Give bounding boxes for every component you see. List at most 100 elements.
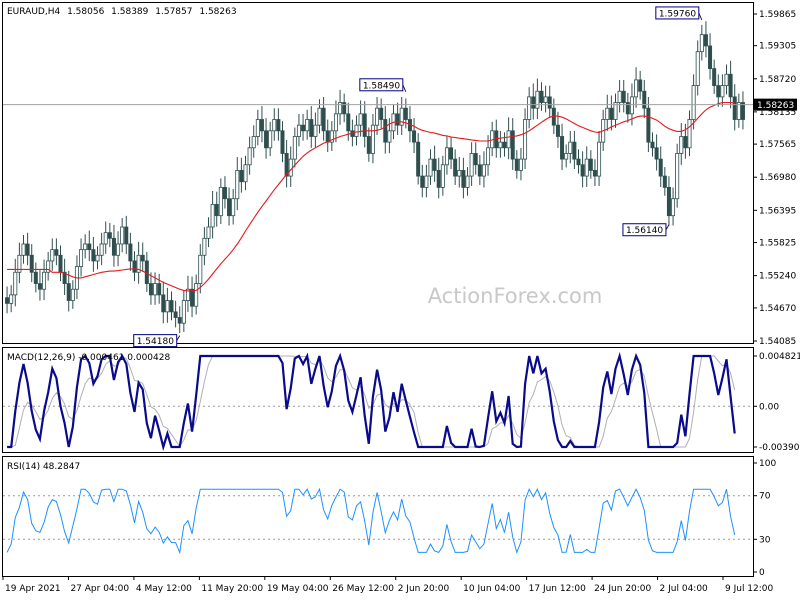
price-tick-label: 1.56980 — [759, 173, 796, 183]
candle-bull — [83, 243, 88, 251]
candle-bull — [354, 124, 359, 137]
candle-bear — [214, 203, 219, 217]
price-tick-label: 1.59305 — [759, 42, 796, 52]
candle-bull — [605, 107, 610, 120]
candle-bear — [412, 130, 417, 143]
rsi-label: RSI(14) 48.2847 — [7, 462, 80, 472]
annotation-label: 1.59760 — [659, 9, 696, 19]
candle-bear — [111, 237, 116, 256]
candle-bear — [654, 147, 659, 160]
candle-bull — [333, 113, 338, 132]
candle-bull — [564, 153, 569, 160]
price-tick-label: 1.54670 — [759, 304, 796, 314]
candle-bear — [259, 119, 264, 132]
candle-bull — [272, 119, 277, 132]
candle-bear — [366, 136, 371, 154]
candle-bear — [264, 130, 269, 149]
candle-bear — [666, 187, 671, 217]
time-tick-label: 11 May 20:00 — [201, 584, 263, 594]
time-tick-label: 9 Jul 12:00 — [725, 584, 774, 594]
candle-bear — [66, 283, 71, 301]
time-tick-label: 2 Jul 04:00 — [660, 584, 709, 594]
time-tick-label: 27 Apr 04:00 — [70, 584, 129, 594]
candle-bull — [116, 243, 121, 256]
candle-bear — [473, 153, 478, 166]
macd-panel-frame — [2, 347, 754, 453]
candle-bull — [268, 130, 273, 149]
annotation-label: 1.58490 — [363, 81, 400, 91]
candle-bull — [50, 249, 55, 262]
candle-bull — [387, 130, 392, 143]
candle-bull — [181, 300, 186, 324]
candle-bear — [140, 254, 145, 262]
candle-bull — [527, 96, 532, 120]
time-tick-label: 19 May 04:00 — [267, 584, 329, 594]
time-tick-label: 4 May 12:00 — [136, 584, 192, 594]
candle-bull — [679, 136, 684, 154]
candle-bull — [231, 198, 236, 217]
candle-bear — [309, 119, 314, 137]
candle-bear — [276, 119, 281, 132]
candle-bear — [280, 130, 285, 154]
symbol-name: EURAUD,H4 — [7, 7, 60, 17]
candle-bull — [194, 283, 199, 307]
candle-bull — [584, 158, 589, 177]
candle-bull — [629, 96, 634, 115]
ohlc-low: 1.57857 — [155, 7, 192, 17]
candle-bull — [498, 141, 503, 149]
candle-bear — [37, 283, 42, 290]
candle-bull — [699, 34, 704, 53]
rsi-line — [6, 487, 736, 555]
rsi-tick-label: 30 — [759, 535, 771, 545]
candle-bear — [58, 254, 63, 273]
candle-bull — [691, 85, 696, 120]
rsi-panel-frame — [2, 456, 754, 577]
candle-bear — [173, 311, 178, 318]
price-panel-frame — [2, 2, 754, 344]
candle-bear — [555, 124, 560, 137]
time-tick-label: 26 May 12:00 — [332, 584, 394, 594]
candle-bull — [481, 164, 486, 177]
candle-bull — [543, 96, 548, 103]
candle-bear — [383, 119, 388, 143]
candle-bull — [518, 158, 523, 171]
candle-bull — [375, 107, 380, 126]
macd-tick-label: 0.004821 — [759, 352, 800, 362]
candle-bear — [161, 294, 166, 313]
candle-bear — [177, 317, 182, 324]
candle-bear — [346, 113, 351, 132]
price-tick-label: 1.56395 — [759, 206, 796, 216]
candle-bull — [535, 90, 540, 109]
candle-bull — [21, 243, 26, 256]
candle-bull — [317, 107, 322, 126]
annotation-label: 1.56140 — [626, 226, 663, 236]
candle-bear — [301, 124, 306, 132]
watermark: ActionForex.com — [428, 284, 603, 308]
candle-bear — [91, 249, 96, 262]
candles — [5, 21, 745, 334]
symbol-header: EURAUD,H4 1.58056 1.58389 1.57857 1.5826… — [7, 7, 237, 17]
ohlc-close: 1.58263 — [199, 7, 236, 17]
candle-bear — [510, 130, 515, 160]
price-tick-label: 1.57565 — [759, 140, 796, 150]
candle-bull — [288, 158, 293, 177]
last-price-label: 1.58263 — [757, 101, 794, 111]
rsi-tick-label: 70 — [759, 492, 771, 502]
candle-bull — [120, 226, 125, 245]
candle-bull — [313, 124, 318, 137]
candle-bull — [568, 141, 573, 154]
time-tick-label: 10 Jun 04:00 — [463, 584, 520, 594]
candle-bear — [449, 147, 454, 160]
candle-bull — [206, 226, 211, 239]
time-tick-label: 17 Jun 12:00 — [529, 584, 586, 594]
candle-bull — [671, 198, 676, 217]
candle-bull — [720, 85, 725, 98]
candle-bear — [436, 170, 441, 188]
candle-bear — [642, 90, 647, 109]
candle-bull — [358, 113, 363, 126]
candle-bear — [128, 243, 133, 262]
candle-bear — [539, 90, 544, 103]
candle-bear — [708, 45, 713, 69]
candle-bull — [218, 187, 223, 217]
candle-bull — [296, 124, 301, 137]
